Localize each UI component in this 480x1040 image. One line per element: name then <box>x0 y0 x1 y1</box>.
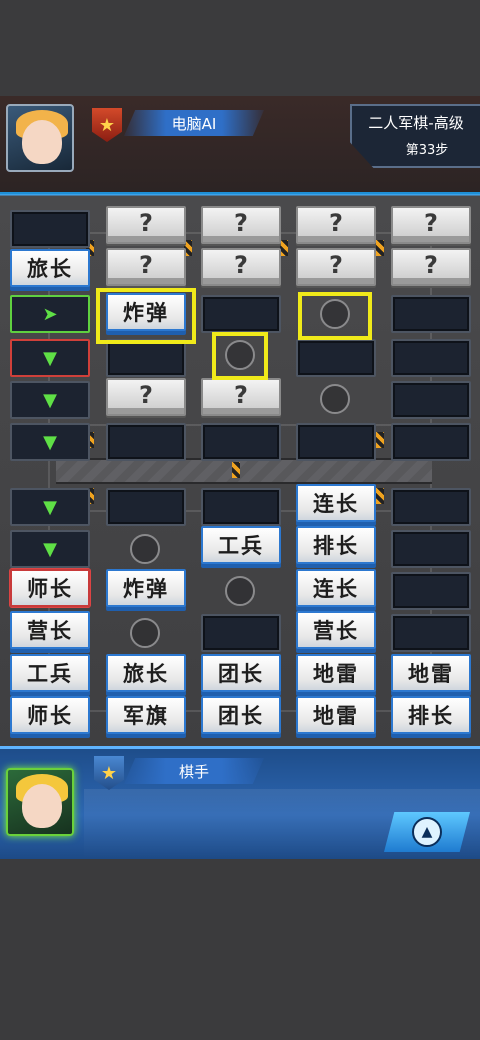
move-arrow-right-icon[interactable]: ➤ <box>10 295 90 333</box>
piece[interactable]: 旅长 <box>10 249 90 287</box>
step-counter: 第33步 <box>405 143 449 158</box>
piece[interactable]: 工兵 <box>201 526 281 564</box>
piece[interactable]: 旅长 <box>106 654 186 692</box>
board-slot[interactable] <box>391 339 471 377</box>
piece[interactable]: 地雷 <box>296 654 376 692</box>
navigation-arrow-icon: ▲ <box>412 817 442 847</box>
piece[interactable]: 团长 <box>201 654 281 692</box>
move-arrow-down-icon[interactable]: ▼ <box>10 339 90 377</box>
camp-slot[interactable] <box>225 576 255 606</box>
enemy-piece-hidden[interactable]: ? <box>201 206 281 244</box>
enemy-piece-hidden[interactable]: ? <box>201 248 281 286</box>
opponent-name: 电脑AI <box>124 110 264 136</box>
board-slot[interactable] <box>296 339 376 377</box>
camp-slot[interactable] <box>130 534 160 564</box>
enemy-piece-hidden[interactable]: ? <box>106 378 186 416</box>
piece[interactable]: 连长 <box>296 484 376 522</box>
piece[interactable]: 师长 <box>10 696 90 734</box>
piece[interactable]: 炸弹 <box>106 569 186 607</box>
board-slot[interactable] <box>106 339 186 377</box>
piece[interactable]: 连长 <box>296 569 376 607</box>
move-arrow-down-icon[interactable]: ▼ <box>10 381 90 419</box>
piece[interactable]: 工兵 <box>10 654 90 692</box>
board-slot[interactable] <box>201 488 281 526</box>
piece[interactable]: 军旗 <box>106 696 186 734</box>
move-arrow-down-icon[interactable]: ▼ <box>10 423 90 461</box>
board-slot[interactable] <box>391 381 471 419</box>
player-name: 棋手 <box>124 758 264 784</box>
board-slot[interactable] <box>391 488 471 526</box>
game-mode-title: 二人军棋-高级 <box>368 114 464 132</box>
player-avatar[interactable] <box>6 768 74 836</box>
board-slot[interactable] <box>296 423 376 461</box>
board-slot[interactable] <box>106 423 186 461</box>
enemy-piece-hidden[interactable]: ? <box>391 248 471 286</box>
move-target-highlight <box>212 332 268 380</box>
board-slot[interactable] <box>201 295 281 333</box>
river-divider <box>56 458 432 484</box>
board-slot[interactable] <box>106 488 186 526</box>
board-slot[interactable] <box>201 614 281 652</box>
move-arrow-down-icon[interactable]: ▼ <box>10 488 90 526</box>
game-info-panel: 二人军棋-高级 第33步 <box>350 104 480 168</box>
board-slot[interactable] <box>391 295 471 333</box>
piece[interactable]: 营长 <box>10 611 90 649</box>
enemy-piece-hidden[interactable]: ? <box>391 206 471 244</box>
action-button[interactable]: ▲ <box>384 812 470 852</box>
piece[interactable]: 地雷 <box>391 654 471 692</box>
piece[interactable]: 营长 <box>296 611 376 649</box>
enemy-piece-hidden[interactable]: ? <box>201 378 281 416</box>
camp-slot[interactable] <box>320 384 350 414</box>
piece[interactable]: 师长 <box>10 569 90 607</box>
piece[interactable]: 排长 <box>391 696 471 734</box>
move-arrow-down-icon[interactable]: ▼ <box>10 530 90 568</box>
piece[interactable]: 地雷 <box>296 696 376 734</box>
selected-piece-highlight <box>96 288 196 344</box>
board-slot[interactable] <box>391 530 471 568</box>
board-slot[interactable] <box>391 572 471 610</box>
board-slot[interactable] <box>391 614 471 652</box>
board-slot[interactable] <box>10 210 90 248</box>
opponent-avatar[interactable] <box>6 104 74 172</box>
enemy-piece-hidden[interactable]: ? <box>106 206 186 244</box>
camp-slot[interactable] <box>130 618 160 648</box>
piece[interactable]: 团长 <box>201 696 281 734</box>
board-slot[interactable] <box>391 423 471 461</box>
piece[interactable]: 排长 <box>296 526 376 564</box>
move-target-highlight <box>298 292 372 340</box>
board-slot[interactable] <box>201 423 281 461</box>
enemy-piece-hidden[interactable]: ? <box>296 248 376 286</box>
enemy-piece-hidden[interactable]: ? <box>106 248 186 286</box>
enemy-piece-hidden[interactable]: ? <box>296 206 376 244</box>
